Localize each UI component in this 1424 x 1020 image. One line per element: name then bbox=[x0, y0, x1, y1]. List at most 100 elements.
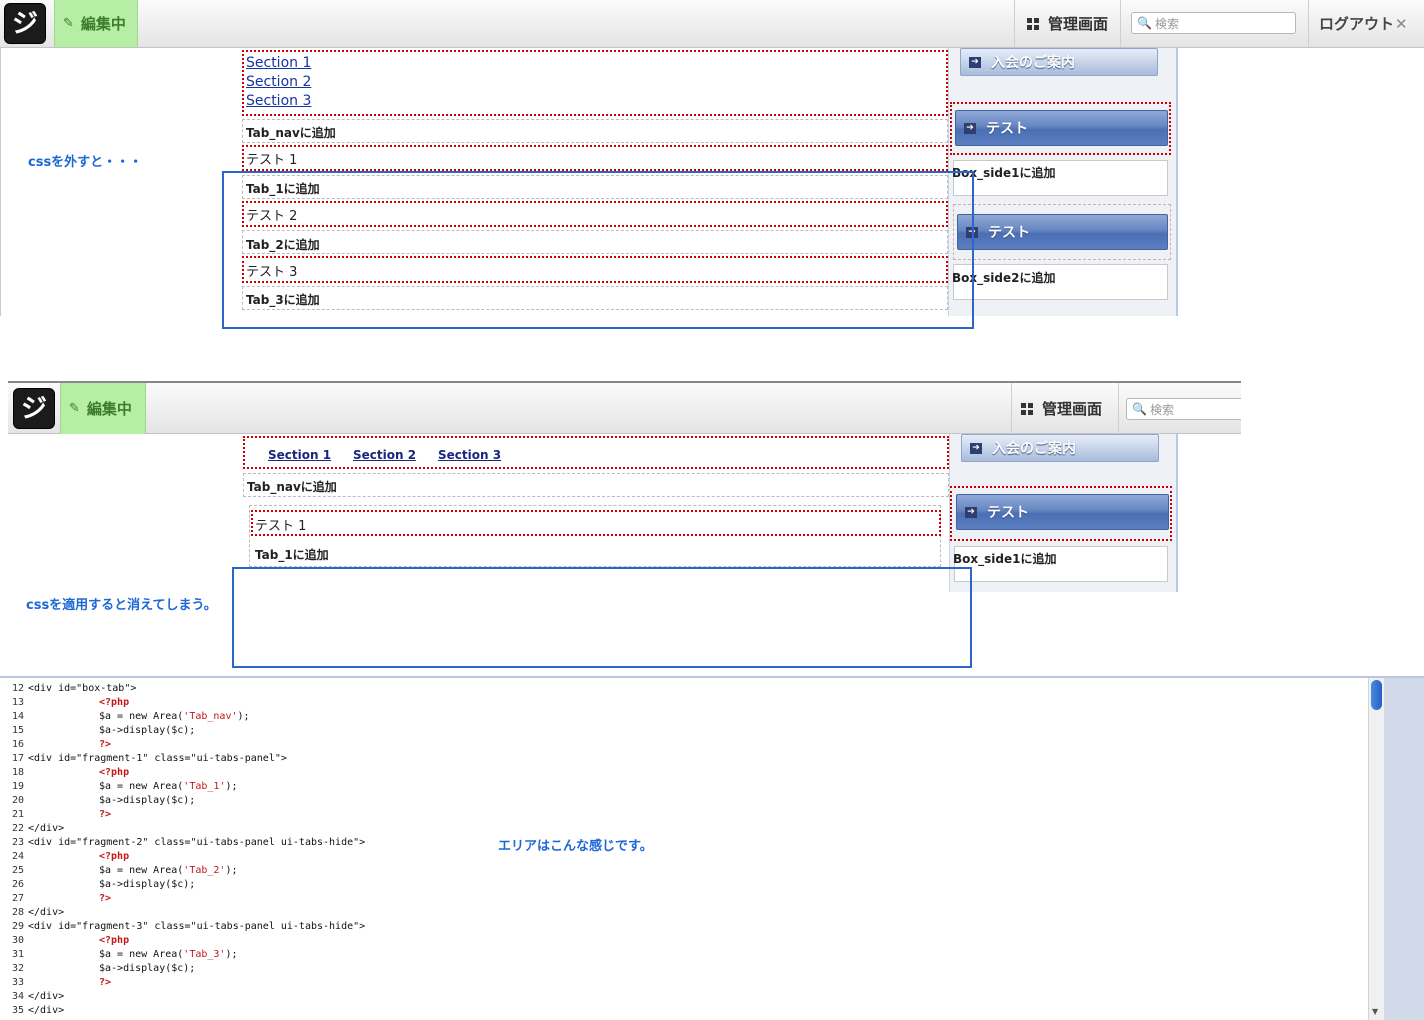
toolbar-divider bbox=[1014, 0, 1015, 47]
code-line: ?> bbox=[99, 809, 112, 820]
line-number: 18 bbox=[11, 767, 24, 778]
admin-dashboard-button[interactable]: 管理画面 bbox=[1021, 383, 1102, 434]
join-guide-button[interactable]: ➔ 入会のご案内 bbox=[960, 48, 1158, 76]
line-number: 29 bbox=[11, 921, 24, 932]
code-line: <div id="fragment-3" class="ui-tabs-pane… bbox=[28, 921, 366, 932]
code-line: <div id="fragment-1" class="ui-tabs-pane… bbox=[28, 753, 287, 764]
code-line: $a = new Area('Tab_1'); bbox=[99, 781, 238, 792]
search-input[interactable]: 🔍 検索 bbox=[1126, 398, 1241, 420]
code-line: <?php bbox=[99, 767, 130, 778]
line-number: 14 bbox=[11, 711, 24, 722]
line-number: 24 bbox=[11, 851, 24, 862]
logout-button[interactable]: ログアウト ✕ bbox=[1319, 0, 1408, 47]
code-line: <div id="box-tab"> bbox=[28, 683, 137, 694]
highlight-box bbox=[232, 567, 972, 668]
admin-label: 管理画面 bbox=[1048, 15, 1109, 33]
line-number: 27 bbox=[11, 893, 24, 904]
code-editor[interactable]: 12 <div id="box-tab"> 13 <?php 14 $a = new Ar… bbox=[0, 678, 1368, 1020]
close-icon: ✕ bbox=[1395, 14, 1408, 33]
code-line: $a->display($c); bbox=[99, 725, 196, 736]
toolbar: ジ ✎ 編集中 管理画面 🔍 検索 ログアウト ✕ bbox=[0, 0, 1424, 48]
code-line: </div> bbox=[28, 907, 65, 918]
tab1-add-label: Tab_1に追加 bbox=[255, 548, 329, 562]
section-link-1[interactable]: Section 1 bbox=[246, 55, 311, 71]
dashboard-grid-icon bbox=[1021, 402, 1033, 415]
admin-label: 管理画面 bbox=[1042, 400, 1103, 418]
scrollbar-thumb[interactable] bbox=[1371, 680, 1382, 710]
editing-label: 編集中 bbox=[80, 15, 126, 33]
arrow-right-icon: ➔ bbox=[965, 506, 977, 518]
toolbar-divider bbox=[1308, 0, 1309, 47]
line-number: 26 bbox=[11, 879, 24, 890]
line-number: 35 bbox=[11, 1005, 24, 1016]
tab-nav-add-area[interactable] bbox=[243, 473, 949, 497]
join-guide-label: 入会のご案内 bbox=[991, 55, 1075, 71]
code-line: <div id="fragment-2" class="ui-tabs-pane… bbox=[28, 837, 366, 848]
code-line: $a->display($c); bbox=[99, 795, 196, 806]
line-number: 25 bbox=[11, 865, 24, 876]
annotation-css-applied: cssを適用すると消えてしまう。 bbox=[26, 598, 217, 613]
test1-text: テスト 1 bbox=[246, 153, 298, 168]
line-number: 12 bbox=[11, 683, 24, 694]
box-side1-add-label: Box_side1に追加 bbox=[953, 552, 1057, 566]
tab-nav-block[interactable] bbox=[243, 436, 949, 469]
code-line: </div> bbox=[28, 823, 65, 834]
tab-nav-add-label: Tab_navに追加 bbox=[247, 480, 337, 494]
toolbar-divider bbox=[1120, 0, 1121, 47]
test-sidebar-button-2[interactable]: ➔ テスト bbox=[957, 214, 1168, 250]
line-number: 20 bbox=[11, 795, 24, 806]
section-tab-2[interactable]: Section 2 bbox=[353, 448, 416, 462]
code-line: ?> bbox=[99, 893, 112, 904]
section-link-2[interactable]: Section 2 bbox=[246, 74, 311, 90]
section-tab-1[interactable]: Section 1 bbox=[268, 448, 331, 462]
pencil-icon: ✎ bbox=[69, 401, 80, 416]
line-number: 23 bbox=[11, 837, 24, 848]
scroll-down-icon[interactable]: ▼ bbox=[1372, 1007, 1378, 1016]
line-number: 30 bbox=[11, 935, 24, 946]
hand-icon: ジ bbox=[20, 393, 47, 424]
line-number: 15 bbox=[11, 725, 24, 736]
test-sidebar-label: テスト bbox=[986, 121, 1028, 137]
search-icon: 🔍 bbox=[1137, 16, 1152, 30]
code-line: </div> bbox=[28, 1005, 65, 1016]
search-input[interactable]: 🔍 検索 bbox=[1131, 12, 1296, 34]
test1-block[interactable] bbox=[242, 145, 948, 171]
logout-label: ログアウト bbox=[1319, 15, 1395, 33]
highlight-box bbox=[222, 171, 974, 329]
section-link-3[interactable]: Section 3 bbox=[246, 93, 311, 109]
line-number: 28 bbox=[11, 907, 24, 918]
annotation-area-description: エリアはこんな感じです。 bbox=[498, 839, 653, 854]
hand-icon: ジ bbox=[11, 8, 38, 39]
line-number: 34 bbox=[11, 991, 24, 1002]
test-sidebar-button-1[interactable]: ➔ テスト bbox=[955, 110, 1168, 146]
test1-text: テスト 1 bbox=[255, 519, 307, 534]
pencil-icon: ✎ bbox=[63, 16, 74, 31]
section-tab-3[interactable]: Section 3 bbox=[438, 448, 501, 462]
code-line: $a->display($c); bbox=[99, 963, 196, 974]
join-guide-button[interactable]: ➔ 入会のご案内 bbox=[961, 434, 1159, 462]
admin-dashboard-button[interactable]: 管理画面 bbox=[1027, 0, 1108, 47]
editing-mode-button[interactable]: ✎ 編集中 bbox=[60, 383, 146, 434]
dashboard-grid-icon bbox=[1027, 17, 1039, 30]
test-sidebar-button[interactable]: ➔ テスト bbox=[956, 494, 1169, 530]
arrow-right-icon: ➔ bbox=[969, 56, 981, 68]
code-line: $a = new Area('Tab_2'); bbox=[99, 865, 238, 876]
tab-nav-add-label: Tab_navに追加 bbox=[246, 126, 336, 140]
concrete5-logo[interactable]: ジ bbox=[4, 3, 46, 44]
code-line: <?php bbox=[99, 697, 130, 708]
editing-mode-button[interactable]: ✎ 編集中 bbox=[54, 0, 138, 47]
join-guide-label: 入会のご案内 bbox=[992, 441, 1076, 457]
concrete5-logo[interactable]: ジ bbox=[13, 388, 55, 429]
line-number: 19 bbox=[11, 781, 24, 792]
toolbar-divider bbox=[1118, 383, 1119, 434]
code-line: </div> bbox=[28, 991, 65, 1002]
code-line: <?php bbox=[99, 935, 130, 946]
tab-nav-add-area[interactable] bbox=[242, 119, 948, 143]
toolbar: ジ ✎ 編集中 管理画面 🔍 検索 bbox=[8, 381, 1241, 434]
tab-nav-block[interactable] bbox=[242, 50, 948, 116]
line-number: 17 bbox=[11, 753, 24, 764]
line-number: 13 bbox=[11, 697, 24, 708]
test1-block[interactable] bbox=[251, 510, 941, 536]
editor-scrollbar[interactable]: ▼ bbox=[1368, 678, 1384, 1020]
code-line: $a = new Area('Tab_nav'); bbox=[99, 711, 250, 722]
